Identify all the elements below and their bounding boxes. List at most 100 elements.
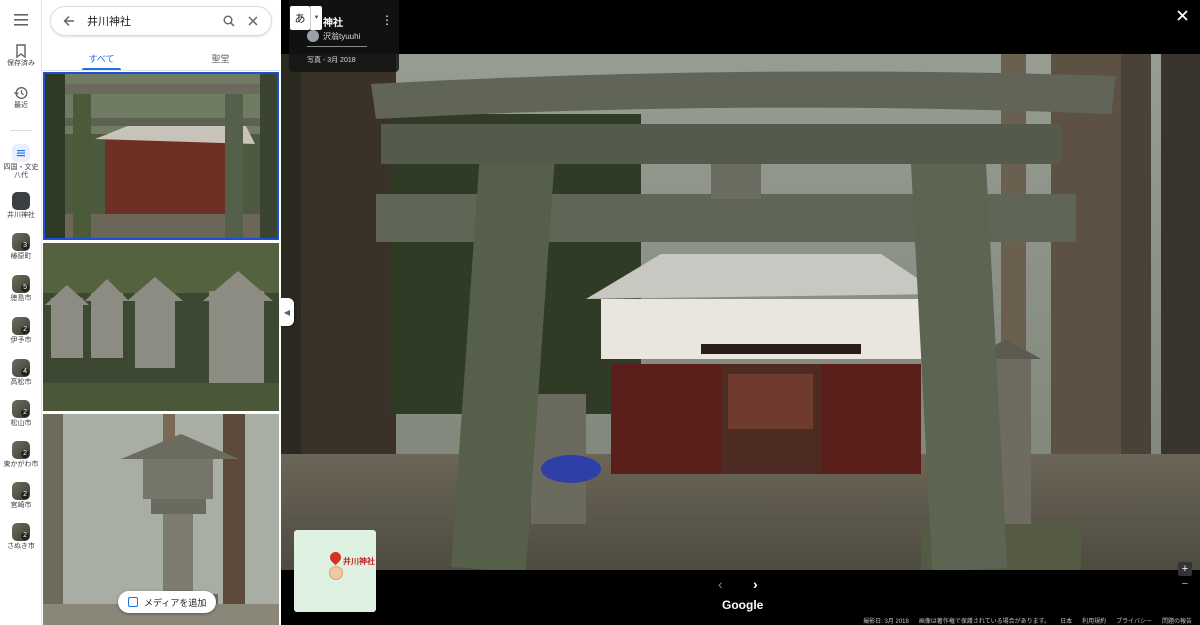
count-badge: 2 — [21, 409, 29, 417]
rail-item-place[interactable]: 4 高松市 — [0, 359, 42, 387]
close-icon — [248, 16, 258, 26]
place-thumb — [12, 192, 30, 210]
clear-search-button[interactable] — [241, 9, 265, 33]
tab-divider — [42, 70, 280, 71]
rail-item-label: 椿原町 — [10, 253, 32, 260]
rail-item-label: 宮崎市 — [10, 502, 32, 509]
copyright-notice: 画像は著作権で保護されている場合があります。 — [918, 619, 1051, 625]
add-photo-icon — [128, 597, 138, 607]
saved-label: 保存済み — [7, 60, 35, 67]
count-badge: 2 — [21, 326, 29, 334]
chevron-left-icon: ◀ — [283, 307, 291, 317]
viewer-footer: 撮影日: 3月 2018 画像は著作権で保護されている場合があります。 日本 利… — [863, 616, 1192, 625]
saved-button[interactable]: 保存済み — [0, 44, 42, 68]
place-thumb: 2 — [12, 400, 30, 418]
author-link[interactable]: 沢翁tyuuhi — [307, 30, 360, 42]
more-options-button[interactable]: ⋮ — [381, 13, 393, 27]
photo-panel: すべて 聖堂 — [42, 0, 280, 625]
privacy-link[interactable]: プライバシー — [1116, 616, 1152, 625]
input-mode-button[interactable]: あ — [290, 6, 310, 30]
rail-item-label: 伊予市 — [10, 337, 32, 344]
rail-item-place[interactable]: 3 椿原町 — [0, 233, 42, 261]
recent-button[interactable]: 最近 — [0, 86, 42, 110]
google-logo: Google — [722, 598, 764, 612]
list-icon — [12, 144, 30, 162]
count-badge: 4 — [21, 368, 29, 376]
rail-item-place[interactable]: 2 松山市 — [0, 400, 42, 428]
previous-photo-button[interactable]: ‹ — [718, 576, 723, 592]
count-badge: 2 — [21, 450, 29, 458]
place-thumb: 2 — [12, 523, 30, 541]
main-photo[interactable] — [281, 54, 1200, 570]
photo-tabs: すべて 聖堂 — [42, 46, 280, 70]
rail-item-place[interactable]: 2 宮崎市 — [0, 482, 42, 510]
add-media-button[interactable]: メディアを追加 — [118, 591, 217, 613]
chevron-right-icon: › — [753, 576, 758, 592]
search-box — [50, 6, 272, 36]
close-icon — [1177, 10, 1188, 21]
tab-all[interactable]: すべて — [42, 46, 161, 70]
place-thumb: 3 — [12, 233, 30, 251]
more-vert-icon: ⋮ — [381, 13, 393, 27]
place-thumb: 2 — [12, 482, 30, 500]
caret-down-icon: ▼ — [313, 15, 320, 21]
arrow-back-icon — [63, 16, 74, 26]
author-avatar — [307, 30, 319, 42]
author-name: 沢翁tyuuhi — [323, 31, 361, 41]
rail-item-label: さぬき市 — [7, 543, 35, 550]
search-button[interactable] — [217, 9, 241, 33]
count-badge: 3 — [21, 242, 29, 250]
minimap[interactable]: 井川神社 — [294, 530, 376, 612]
rail-divider — [10, 130, 32, 131]
torii-photo — [45, 74, 277, 238]
rail-item-place[interactable]: 2 東かがわ市 — [0, 441, 42, 469]
input-mode-dropdown[interactable]: ▼ — [310, 6, 322, 30]
place-title[interactable]: 神社 — [323, 14, 343, 29]
rail-item-label: 井川神社 — [7, 212, 35, 219]
zoom-out-button[interactable]: − — [1178, 578, 1192, 590]
viewer-top-bar — [281, 0, 1200, 54]
recent-label: 最近 — [14, 102, 28, 109]
rail-item-place[interactable]: 井川神社 — [0, 192, 42, 220]
rail-item-place[interactable]: 5 徳島市 — [0, 275, 42, 303]
terms-link[interactable]: 利用規約 — [1082, 616, 1106, 625]
left-rail: 保存済み 最近 四国・文史 八代 井川神社 3 椿原町 5 徳島市 2 伊予市 — [0, 0, 42, 625]
tab-shrine[interactable]: 聖堂 — [161, 46, 280, 70]
lanterns-photo — [43, 243, 279, 411]
rail-item-label: 松山市 — [10, 420, 32, 427]
place-thumb: 5 — [12, 275, 30, 293]
report-problem-link[interactable]: 問題の報告 — [1162, 616, 1192, 625]
add-media-label: メディアを追加 — [144, 597, 207, 608]
minimap-place-label: 井川神社 — [343, 557, 375, 566]
pegman-icon — [329, 566, 343, 580]
zoom-in-button[interactable]: + — [1178, 562, 1192, 576]
collapse-panel-button[interactable]: ◀ — [280, 298, 294, 326]
close-viewer-button[interactable] — [1177, 8, 1188, 26]
map-pin-icon — [327, 549, 344, 566]
place-thumb: 2 — [12, 317, 30, 335]
bookmark-icon — [16, 44, 26, 58]
info-divider — [307, 46, 367, 47]
rail-item-label: 徳島市 — [10, 295, 32, 302]
count-badge: 2 — [21, 532, 29, 540]
search-input[interactable] — [87, 15, 207, 27]
rail-item-place[interactable]: 2 伊予市 — [0, 317, 42, 345]
menu-button[interactable] — [0, 14, 42, 26]
next-photo-button[interactable]: › — [753, 576, 758, 592]
hamburger-icon — [14, 14, 28, 26]
country-link[interactable]: 日本 — [1060, 616, 1072, 625]
back-button[interactable] — [57, 9, 81, 33]
place-thumb: 2 — [12, 441, 30, 459]
rail-item-label: 東かがわ市 — [3, 461, 39, 468]
capture-date: 撮影日: 3月 2018 — [863, 619, 909, 625]
rail-item-place[interactable]: 2 さぬき市 — [0, 523, 42, 551]
chevron-left-icon: ‹ — [718, 576, 723, 592]
photo-thumbnail-selected[interactable] — [43, 72, 279, 240]
rail-item-list[interactable]: 四国・文史 八代 — [0, 144, 42, 180]
count-badge: 2 — [21, 491, 29, 499]
search-icon — [223, 15, 235, 27]
history-icon — [14, 87, 28, 99]
photo-thumbnail[interactable] — [43, 243, 279, 411]
rail-item-label: 高松市 — [10, 379, 32, 386]
photo-viewer[interactable]: あ ▼ 神社 ⋮ 沢翁tyuuhi 写真 - 3月 2018 井川神社 ‹ › … — [281, 0, 1200, 625]
